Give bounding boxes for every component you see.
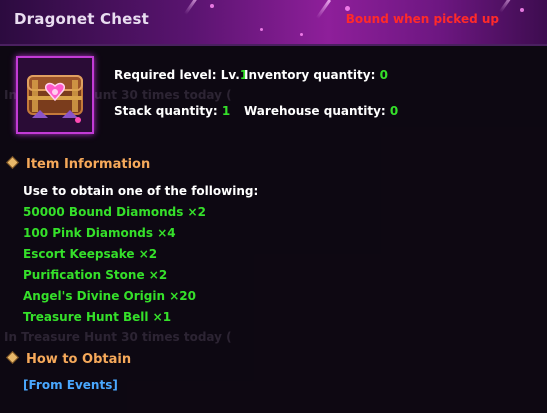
treasure-chest-icon [18,58,92,132]
warehouse-quantity: Warehouse quantity: 0 [244,104,398,118]
inventory-quantity-value: 0 [379,68,388,82]
tooltip-header: Dragonet Chest Bound when picked up [0,0,547,44]
warehouse-quantity-value: 0 [389,104,399,118]
sparkle-decoration [210,4,214,8]
stack-quantity-label: Stack quantity: [114,104,222,118]
item-use-description: Use to obtain one of the following: [23,184,259,198]
required-level: Required level: Lv.1 [114,68,248,82]
sparkle-decoration [345,6,350,11]
sparkle-decoration [300,33,303,36]
warehouse-quantity-label: Warehouse quantity: [244,104,390,118]
inventory-quantity-label: Inventory quantity: [244,68,380,82]
item-information-title: Item Information [26,157,151,172]
from-events-link[interactable]: [From Events] [23,378,118,392]
sparkle-streak [315,0,332,19]
stack-quantity-value: 1 [221,104,231,118]
reward-item: Purification Stone ×2 [23,268,168,282]
sparkle-decoration [520,8,524,12]
reward-item: Angel's Divine Origin ×20 [23,289,196,303]
reward-item: 50000 Bound Diamonds ×2 [23,205,206,219]
required-level-label: Required level: Lv. [114,68,240,82]
item-icon-frame [16,56,94,134]
inventory-quantity: Inventory quantity: 0 [244,68,388,82]
section-bullet-icon [6,156,19,169]
how-to-obtain-header: How to Obtain [6,351,132,367]
item-title: Dragonet Chest [14,10,150,28]
reward-item: Treasure Hunt Bell ×1 [23,310,172,324]
sparkle-decoration [260,28,263,31]
sparkle-streak [498,0,515,13]
reward-item: Escort Keepsake ×2 [23,247,158,261]
bind-status: Bound when picked up [345,12,499,26]
background-ghost-text: In Treasure Hunt 30 times today ( [4,330,232,344]
how-to-obtain-title: How to Obtain [26,352,132,367]
sparkle-streak [183,0,200,15]
stack-quantity: Stack quantity: 1 [114,104,230,118]
reward-item: 100 Pink Diamonds ×4 [23,226,176,240]
section-bullet-icon [6,351,19,364]
item-information-header: Item Information [6,156,151,172]
